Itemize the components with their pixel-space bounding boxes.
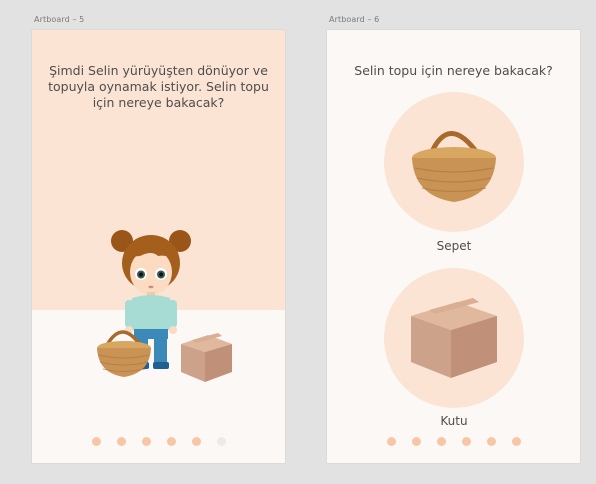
page-dot[interactable] xyxy=(436,437,446,446)
option-box[interactable]: Kutu xyxy=(384,268,524,428)
artboard-6-label[interactable]: Artboard – 6 xyxy=(329,15,379,24)
basket-icon xyxy=(97,330,151,377)
artboard-5: Şimdi Selin yürüyüşten dönüyor ve topuyl… xyxy=(32,30,285,463)
page-dot-current[interactable] xyxy=(216,437,226,446)
option-box-circle[interactable] xyxy=(384,268,524,408)
page-dot[interactable] xyxy=(141,437,151,446)
page-dot[interactable] xyxy=(91,437,101,446)
basket-icon xyxy=(412,131,496,202)
page-dot[interactable] xyxy=(191,437,201,446)
artboard-6: Selin topu için nereye bakacak? Sepet Ku… xyxy=(327,30,580,463)
artboard-5-label[interactable]: Artboard – 5 xyxy=(34,15,84,24)
box-icon xyxy=(411,298,497,378)
page-indicator-dots xyxy=(32,437,285,446)
page-indicator-dots xyxy=(327,437,580,446)
option-basket-label: Sepet xyxy=(436,239,472,253)
page-dot[interactable] xyxy=(386,437,396,446)
page-dot[interactable] xyxy=(461,437,471,446)
option-basket[interactable]: Sepet xyxy=(384,92,524,253)
box-icon xyxy=(181,333,232,382)
story-question-text: Şimdi Selin yürüyüşten dönüyor ve topuyl… xyxy=(48,63,269,110)
page-dot[interactable] xyxy=(486,437,496,446)
option-basket-circle[interactable] xyxy=(384,92,524,232)
page-dot[interactable] xyxy=(116,437,126,446)
question-text: Selin topu için nereye bakacak? xyxy=(354,63,553,78)
page-dot-current[interactable] xyxy=(511,437,521,446)
page-dot[interactable] xyxy=(166,437,176,446)
page-dot[interactable] xyxy=(411,437,421,446)
option-box-label: Kutu xyxy=(440,414,468,428)
